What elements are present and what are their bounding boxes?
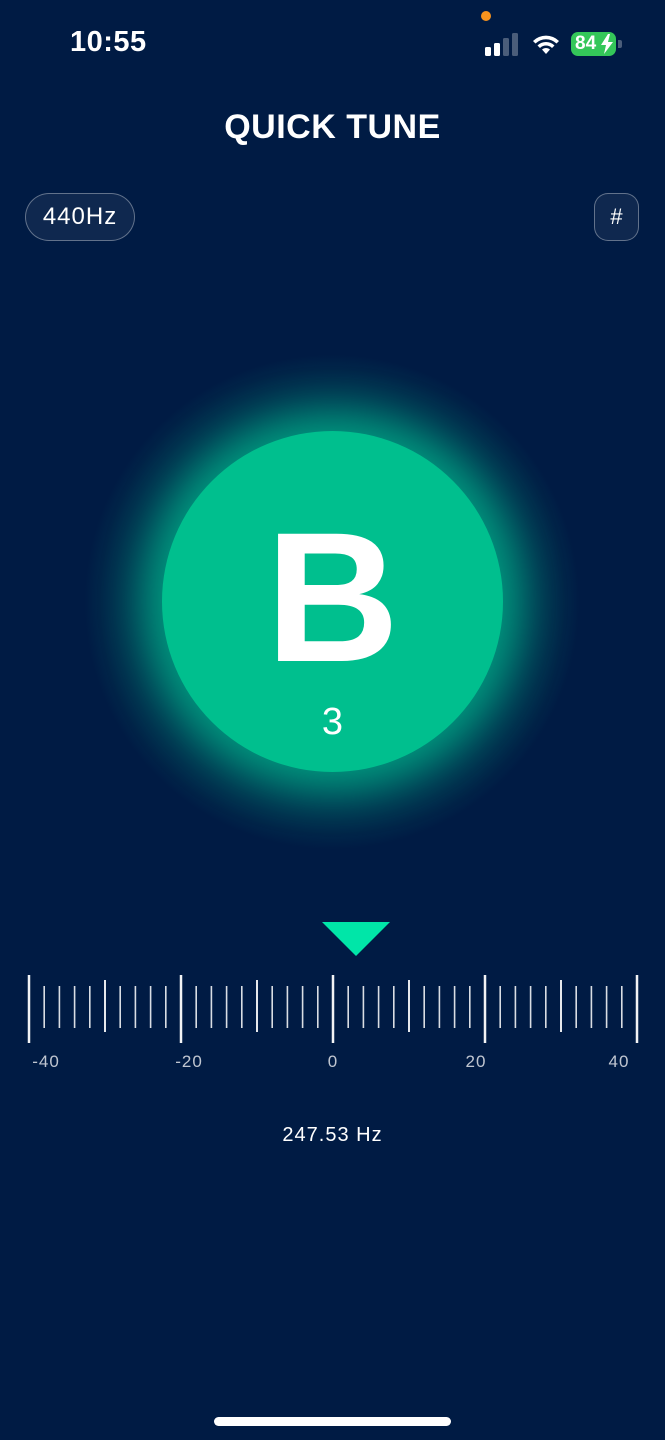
note-letter: B xyxy=(265,495,400,701)
cents-meter xyxy=(27,975,639,1043)
reference-frequency-button[interactable]: 440Hz xyxy=(25,193,135,241)
cellular-signal-icon xyxy=(485,32,521,56)
pitch-pointer-icon xyxy=(322,922,390,956)
battery-icon: 84 xyxy=(571,32,623,56)
sharp-flat-toggle-button[interactable]: # xyxy=(594,193,639,241)
note-octave: 3 xyxy=(321,701,344,743)
wifi-icon xyxy=(533,35,559,54)
meter-label-minus-20: -20 xyxy=(175,1052,203,1071)
note-circle: B 3 xyxy=(162,431,503,772)
status-time: 10:55 xyxy=(70,26,147,58)
frequency-readout: 247.53 Hz xyxy=(282,1124,383,1146)
meter-label-20: 20 xyxy=(465,1052,487,1071)
meter-label-minus-40: -40 xyxy=(32,1052,60,1071)
privacy-indicator-dot xyxy=(481,11,491,21)
battery-percent: 84 xyxy=(575,33,597,54)
home-indicator[interactable] xyxy=(214,1417,451,1426)
meter-label-zero: 0 xyxy=(327,1052,339,1071)
charging-bolt-icon xyxy=(601,34,613,54)
cents-meter-labels: -40 -20 0 20 40 xyxy=(0,1052,665,1074)
meter-label-40: 40 xyxy=(608,1052,630,1071)
page-title: QUICK TUNE xyxy=(224,108,441,146)
